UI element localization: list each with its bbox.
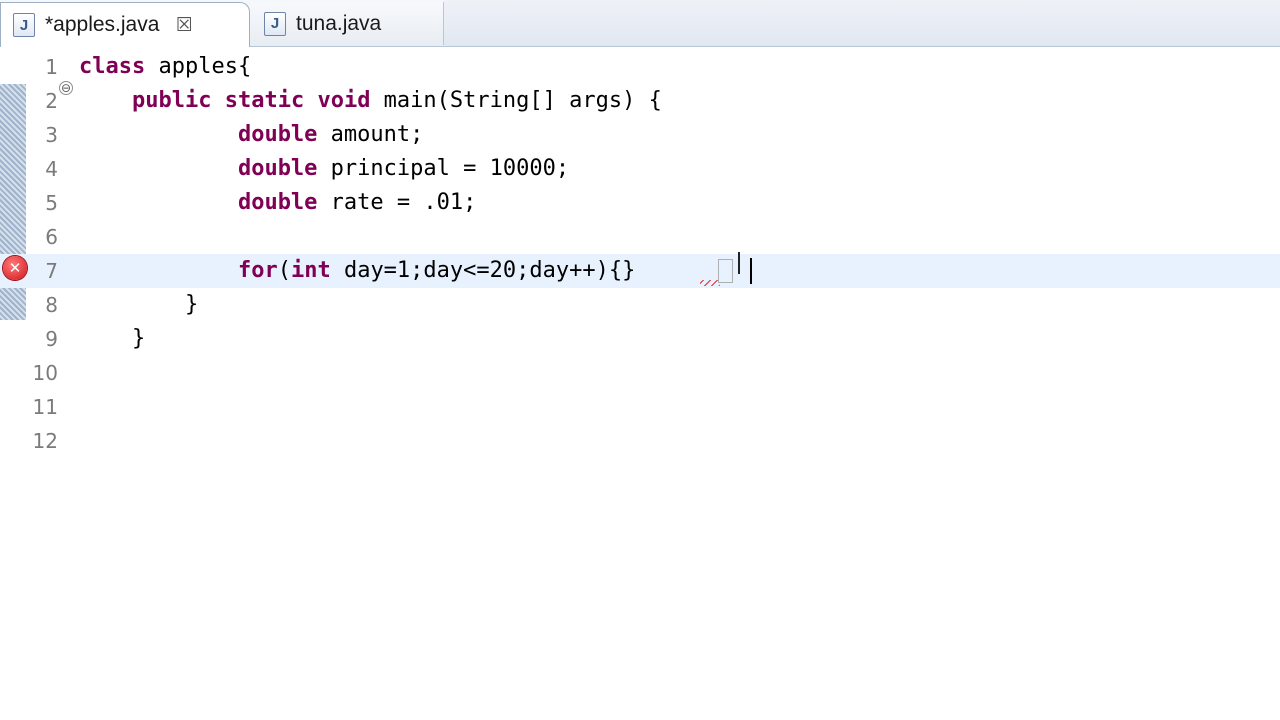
tab-tuna-java[interactable]: J tuna.java <box>250 2 444 45</box>
mouse-ibeam-cursor <box>738 252 748 274</box>
error-x-icon[interactable]: ✕ <box>3 256 27 280</box>
line-number: 5 <box>45 191 58 215</box>
code-line[interactable]: 7 for(int day=1;day<=20;day++){} ✕ <box>0 252 1280 288</box>
code-line[interactable]: 6 <box>0 220 1280 254</box>
line-number: 12 <box>32 429 58 453</box>
code-line[interactable]: 12 <box>0 424 1280 458</box>
keyword: public <box>131 88 212 113</box>
code-line[interactable]: 2 public static void main(String[] args)… <box>0 81 1280 118</box>
tab-apples-java[interactable]: J *apples.java ☒ <box>0 2 250 47</box>
tab-label: tuna.java <box>296 11 382 35</box>
error-squiggle <box>700 280 720 286</box>
code-text[interactable]: } <box>79 288 198 322</box>
matching-bracket-box <box>718 259 733 283</box>
keyword: void <box>317 88 371 113</box>
line-number: 9 <box>45 327 58 351</box>
line-number: 8 <box>45 293 58 317</box>
code-text[interactable]: for(int day=1;day<=20;day++){} <box>79 254 635 288</box>
line-number: 6 <box>45 225 58 249</box>
code-editor[interactable]: 1 class apples{2 public static void main(… <box>0 47 1280 720</box>
code-text[interactable]: double principal = 10000; <box>79 152 569 186</box>
code-line[interactable]: 5 double rate = .01; <box>0 186 1280 220</box>
line-number: 2 <box>45 89 58 113</box>
collapse-fold-icon[interactable]: ⊖ <box>59 81 73 95</box>
java-file-icon: J <box>13 13 35 37</box>
text-caret <box>750 258 752 284</box>
line-number: 3 <box>45 123 58 147</box>
keyword: double <box>237 190 318 215</box>
code-text[interactable]: double rate = .01; <box>79 186 476 220</box>
code-line[interactable]: 4 double principal = 10000; <box>0 152 1280 186</box>
line-number: 7 <box>45 259 58 283</box>
keyword: class <box>79 54 146 79</box>
keyword: double <box>237 156 318 181</box>
eclipse-editor-window: J *apples.java ☒ J tuna.java 1 class appl… <box>0 0 1280 720</box>
code-line[interactable]: 9 } <box>0 322 1280 356</box>
code-text[interactable]: public static void main(String[] args) { <box>79 84 662 118</box>
keyword: double <box>237 122 318 147</box>
line-number: 4 <box>45 157 58 181</box>
code-line[interactable]: 11 <box>0 390 1280 424</box>
code-line[interactable]: 1 class apples{ <box>0 50 1280 84</box>
code-text[interactable]: class apples{ <box>79 50 251 84</box>
tab-label: *apples.java <box>45 13 160 36</box>
keyword: int <box>290 258 331 283</box>
close-tab-icon[interactable]: ☒ <box>173 14 195 36</box>
keyword: for <box>237 258 278 283</box>
line-number: 10 <box>32 361 58 385</box>
code-text[interactable]: double amount; <box>79 118 423 152</box>
code-line[interactable]: 3 double amount; <box>0 118 1280 152</box>
line-number: 11 <box>32 395 58 419</box>
code-text[interactable]: } <box>79 322 145 356</box>
java-file-icon: J <box>264 11 286 36</box>
line-number: 1 <box>45 55 58 79</box>
editor-tab-bar: J *apples.java ☒ J tuna.java <box>0 0 1280 47</box>
keyword: static <box>224 88 305 113</box>
tab-bar-empty-area <box>444 0 1280 46</box>
code-line[interactable]: 10 <box>0 356 1280 390</box>
code-line[interactable]: 8 } <box>0 288 1280 322</box>
